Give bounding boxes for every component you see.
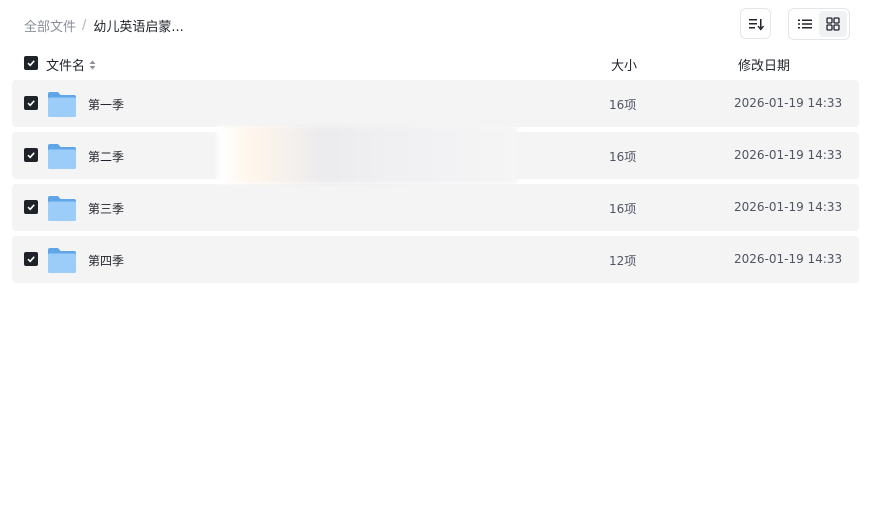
list-view-button[interactable]: [791, 11, 819, 37]
grid-view-button[interactable]: [819, 11, 847, 37]
check-icon: [27, 204, 35, 211]
sort-button[interactable]: [740, 8, 771, 39]
file-date: 2026-01-19 14:33: [734, 96, 843, 110]
check-icon: [27, 256, 35, 263]
sort-arrows-icon: [89, 59, 96, 71]
sort-list-icon: [748, 18, 764, 31]
file-date: 2026-01-19 14:33: [734, 252, 843, 266]
row-checkbox[interactable]: [24, 200, 38, 214]
row-checkbox[interactable]: [24, 148, 38, 162]
folder-icon: [48, 196, 76, 221]
file-size: 16项: [609, 98, 637, 112]
breadcrumb-separator: /: [82, 17, 87, 33]
table-row[interactable]: 第一季 16项 2026-01-19 14:33: [12, 80, 859, 127]
file-date: 2026-01-19 14:33: [734, 148, 843, 162]
row-checkbox[interactable]: [24, 252, 38, 266]
column-header-date: 修改日期: [738, 59, 791, 74]
folder-icon: [48, 144, 76, 169]
table-row[interactable]: 第四季 12项 2026-01-19 14:33: [12, 236, 859, 283]
row-checkbox[interactable]: [24, 96, 38, 110]
file-name[interactable]: 第二季: [88, 148, 124, 165]
file-size: 16项: [609, 202, 637, 216]
column-header-name-label: 文件名: [46, 59, 86, 74]
grid-view-icon: [826, 17, 840, 31]
folder-icon: [48, 92, 76, 117]
check-icon: [27, 100, 35, 107]
file-name[interactable]: 第四季: [88, 252, 124, 269]
check-icon: [27, 60, 35, 67]
select-all-checkbox[interactable]: [24, 56, 38, 70]
column-header-size: 大小: [611, 59, 638, 74]
folder-icon: [48, 248, 76, 273]
table-row[interactable]: 第三季 16项 2026-01-19 14:33: [12, 184, 859, 231]
column-header-name[interactable]: 文件名: [46, 55, 96, 74]
file-name[interactable]: 第三季: [88, 200, 124, 217]
list-view-icon: [798, 19, 812, 29]
table-row[interactable]: 第二季 16项 2026-01-19 14:33: [12, 132, 859, 179]
file-size: 16项: [609, 150, 637, 164]
file-name[interactable]: 第一季: [88, 96, 124, 113]
file-list: 第一季 16项 2026-01-19 14:33 第二季 16项 2026-01…: [12, 80, 859, 288]
view-toggle: [788, 8, 850, 40]
file-size: 12项: [609, 254, 637, 268]
breadcrumb-root-link[interactable]: 全部文件: [24, 16, 76, 35]
check-icon: [27, 152, 35, 159]
breadcrumb: 全部文件 / 幼儿英语启蒙...: [24, 15, 184, 35]
file-date: 2026-01-19 14:33: [734, 200, 843, 214]
breadcrumb-current: 幼儿英语启蒙...: [93, 19, 184, 35]
table-header: 文件名 大小 修改日期: [12, 52, 859, 76]
